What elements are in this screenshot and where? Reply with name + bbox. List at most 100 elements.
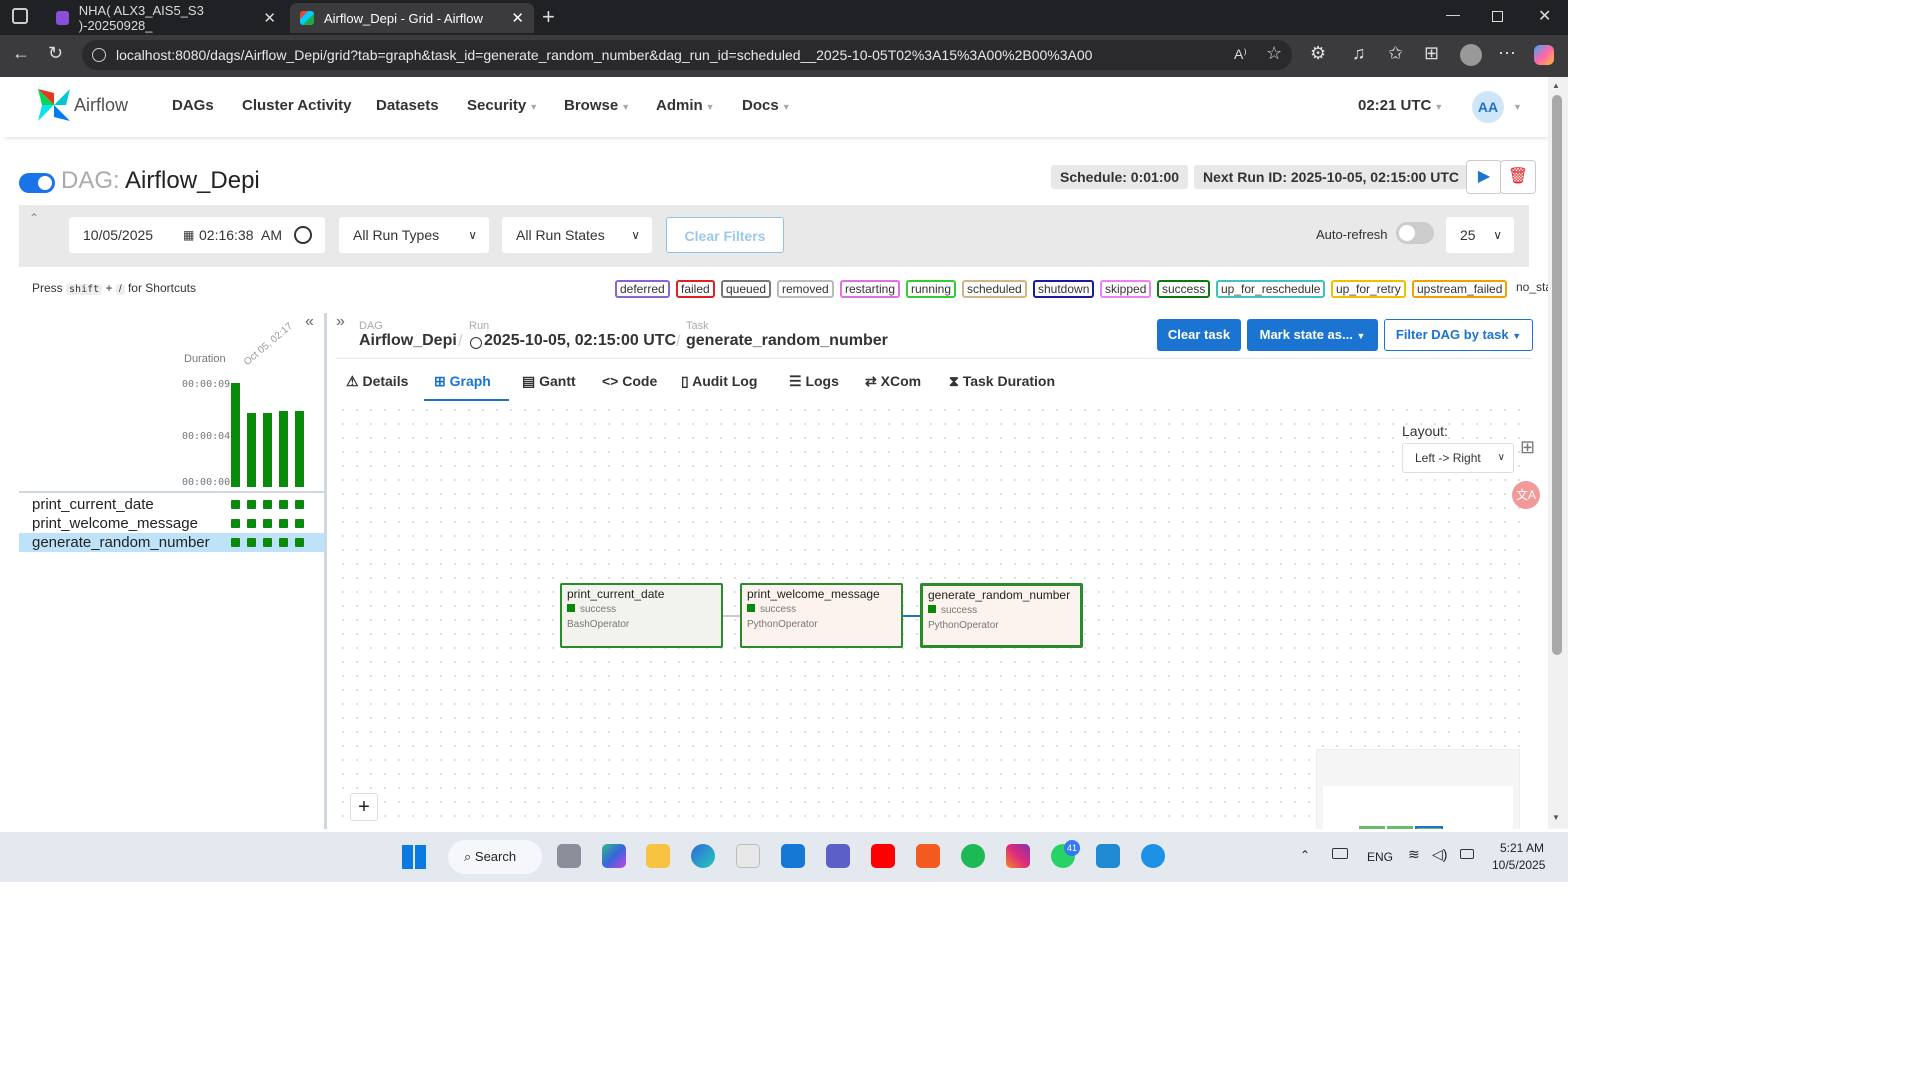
task-instance-square[interactable]: [231, 519, 240, 528]
duration-bar[interactable]: [279, 410, 288, 487]
mark-state-button[interactable]: Mark state as... ▼: [1247, 319, 1378, 351]
legend-up-for-retry[interactable]: up_for_retry: [1331, 280, 1406, 298]
duration-bar[interactable]: [263, 413, 272, 487]
clock-icon[interactable]: [294, 226, 312, 244]
nav-browse[interactable]: Browse ▼: [564, 97, 630, 114]
graph-minimap[interactable]: [1316, 749, 1520, 829]
duration-bar[interactable]: [231, 383, 240, 487]
node-print-current-date[interactable]: print_current_date success BashOperator: [560, 583, 723, 648]
battery-icon[interactable]: [1460, 849, 1474, 859]
new-tab-icon[interactable]: +: [542, 4, 555, 30]
translate-icon[interactable]: 文A: [1512, 481, 1540, 509]
read-aloud-icon[interactable]: A⁾: [1234, 46, 1247, 63]
tab-details[interactable]: ⚠ Details: [346, 373, 408, 390]
task-instance-square[interactable]: [279, 538, 288, 547]
vscode-icon[interactable]: [1096, 844, 1120, 868]
tab-task-duration[interactable]: ⧗ Task Duration: [949, 373, 1055, 390]
language-indicator[interactable]: ENG: [1367, 850, 1393, 864]
volume-icon[interactable]: ◁): [1432, 846, 1447, 863]
calendar-icon[interactable]: ▦: [183, 217, 194, 253]
vertical-scrollbar[interactable]: ▲ ▼: [1548, 77, 1568, 829]
legend-restarting[interactable]: restarting: [840, 280, 901, 298]
legend-queued[interactable]: queued: [721, 280, 772, 298]
legend-shutdown[interactable]: shutdown: [1033, 280, 1095, 298]
favorites-icon[interactable]: ✩: [1388, 43, 1403, 64]
nav-datasets[interactable]: Datasets: [376, 97, 439, 114]
brave-icon[interactable]: [916, 844, 940, 868]
task-instance-square[interactable]: [263, 500, 272, 509]
breadcrumb-run[interactable]: 2025-10-05, 02:15:00 UTC: [484, 332, 676, 350]
tab-code[interactable]: <> Code: [602, 373, 657, 389]
m365-icon[interactable]: [602, 844, 626, 868]
teams-icon[interactable]: [826, 844, 850, 868]
task-instance-square[interactable]: [263, 538, 272, 547]
edge-icon[interactable]: [691, 844, 715, 868]
auto-refresh-toggle[interactable]: [1396, 222, 1434, 244]
zoom-in-button[interactable]: +: [350, 793, 378, 821]
nav-dags[interactable]: DAGs: [172, 97, 214, 114]
node-print-welcome-message[interactable]: print_welcome_message success PythonOper…: [740, 583, 903, 648]
youtube-icon[interactable]: [871, 844, 895, 868]
extensions-icon[interactable]: ⚙: [1310, 43, 1326, 64]
legend-no-status[interactable]: no_status: [1513, 280, 1548, 298]
grid-tools-icon[interactable]: ⊞: [1520, 437, 1535, 458]
tab-actions-icon[interactable]: [12, 8, 28, 24]
task-instance-square[interactable]: [247, 519, 256, 528]
maximize-icon[interactable]: [1492, 11, 1503, 22]
scrollbar-thumb[interactable]: [1552, 95, 1562, 655]
clear-filters-button[interactable]: Clear Filters: [666, 217, 784, 253]
file-explorer-icon[interactable]: [646, 844, 670, 868]
profile-icon[interactable]: [1460, 44, 1482, 66]
legend-upstream-failed[interactable]: upstream_failed: [1412, 280, 1508, 298]
keyboard-icon[interactable]: [1332, 848, 1348, 859]
node-generate-random-number[interactable]: generate_random_number success PythonOpe…: [920, 583, 1083, 648]
user-avatar[interactable]: AA: [1472, 91, 1504, 123]
windows-start-icon[interactable]: [402, 845, 426, 869]
music-icon[interactable]: ♫: [1352, 43, 1366, 64]
task-instance-square[interactable]: [231, 500, 240, 509]
legend-success[interactable]: success: [1157, 280, 1211, 298]
collapse-left-icon[interactable]: «: [305, 313, 314, 331]
task-instance-square[interactable]: [247, 538, 256, 547]
trigger-dag-button[interactable]: ▶: [1466, 160, 1502, 194]
breadcrumb-dag[interactable]: Airflow_Depi: [359, 332, 457, 350]
legend-scheduled[interactable]: scheduled: [962, 280, 1027, 298]
clear-task-button[interactable]: Clear task: [1157, 319, 1241, 351]
screenshot-icon[interactable]: ⊞: [1424, 43, 1439, 64]
nav-cluster-activity[interactable]: Cluster Activity: [242, 97, 351, 114]
task-instance-square[interactable]: [231, 538, 240, 547]
legend-deferred[interactable]: deferred: [615, 280, 670, 298]
legend-removed[interactable]: removed: [777, 280, 834, 298]
reload-icon[interactable]: ↻: [48, 43, 63, 64]
task-instance-square[interactable]: [295, 519, 304, 528]
layout-select[interactable]: Left -> Right ∨: [1402, 443, 1514, 473]
nav-admin[interactable]: Admin ▼: [656, 97, 715, 114]
more-icon[interactable]: ⋯: [1498, 43, 1516, 64]
dag-pause-toggle[interactable]: [19, 173, 55, 193]
close-tab-icon[interactable]: ✕: [511, 9, 524, 27]
docker-icon[interactable]: [1141, 844, 1165, 868]
outlook-icon[interactable]: [781, 844, 805, 868]
minimize-icon[interactable]: —: [1446, 6, 1460, 22]
legend-running[interactable]: running: [906, 280, 957, 298]
tab-xcom[interactable]: ⇄ XCom: [865, 373, 921, 390]
run-states-select[interactable]: All Run States ∨: [502, 217, 652, 253]
caret-icon[interactable]: ▼: [1513, 102, 1522, 112]
close-tab-icon[interactable]: ✕: [263, 9, 276, 27]
spotify-icon[interactable]: [961, 844, 985, 868]
breadcrumb-task[interactable]: generate_random_number: [686, 332, 888, 350]
task-instance-square[interactable]: [279, 500, 288, 509]
delete-dag-button[interactable]: 🗑: [1500, 160, 1536, 194]
tab-gantt[interactable]: ▤ Gantt: [522, 373, 576, 390]
task-view-icon[interactable]: [557, 844, 581, 868]
wifi-icon[interactable]: ≋: [1408, 846, 1420, 863]
back-icon[interactable]: ←: [12, 43, 30, 64]
utc-clock[interactable]: 02:21 UTC ▼: [1358, 97, 1443, 114]
nav-docs[interactable]: Docs ▼: [742, 97, 791, 114]
brand-name[interactable]: Airflow: [74, 95, 128, 116]
expand-right-icon[interactable]: »: [336, 313, 345, 331]
clock-time[interactable]: 5:21 AM: [1500, 841, 1544, 855]
tab-logs[interactable]: ☰ Logs: [789, 373, 839, 390]
task-instance-square[interactable]: [247, 500, 256, 509]
task-instance-square[interactable]: [279, 519, 288, 528]
